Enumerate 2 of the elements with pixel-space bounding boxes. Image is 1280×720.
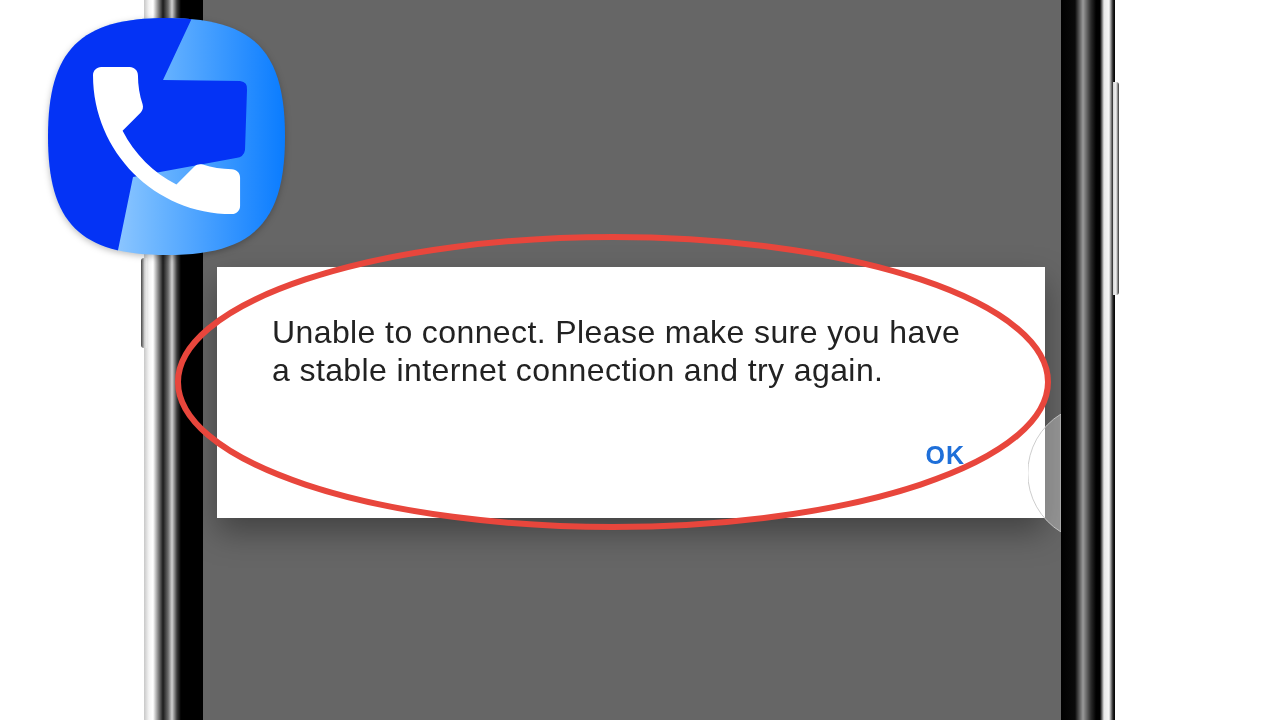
dialog-message: Unable to connect. Please make sure you have a stable internet connection and try again. (272, 313, 962, 389)
ok-button[interactable]: OK (917, 437, 973, 473)
